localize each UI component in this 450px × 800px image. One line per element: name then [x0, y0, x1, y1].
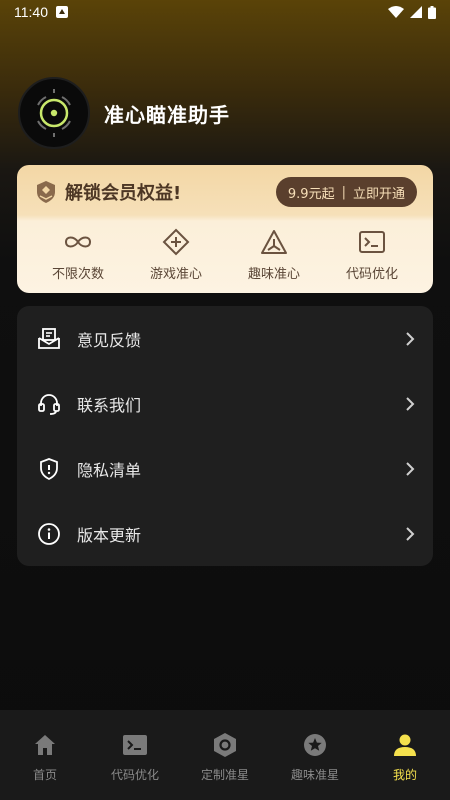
nav-label: 定制准星 — [200, 768, 249, 782]
status-time: 11:40 — [14, 4, 48, 20]
triangle-crosshair-icon — [261, 230, 287, 254]
vip-card[interactable]: 解锁会员权益! 9.9元起 | 立即开通 不限次数 游戏准心 趣味准心 代码优化 — [17, 165, 433, 293]
settings-menu: 意见反馈 联系我们 隐私清单 版本更新 — [17, 306, 433, 566]
perk-unlimited: 不限次数 — [29, 225, 127, 282]
crosshair-logo-icon — [37, 89, 71, 137]
terminal-icon — [359, 231, 385, 253]
menu-item-privacy[interactable]: 隐私清单 — [17, 436, 433, 501]
chevron-right-icon — [406, 461, 415, 476]
perk-game-crosshair: 游戏准心 — [127, 225, 225, 282]
perk-code-optimize: 代码优化 — [323, 225, 421, 282]
avatar[interactable] — [18, 77, 90, 149]
menu-item-update[interactable]: 版本更新 — [17, 501, 433, 566]
tab-custom-crosshair[interactable]: 定制准星 — [180, 710, 270, 800]
chevron-right-icon — [406, 331, 415, 346]
tab-code-optimize[interactable]: 代码优化 — [90, 710, 180, 800]
nav-label: 首页 — [32, 768, 57, 782]
vip-perks: 不限次数 游戏准心 趣味准心 代码优化 — [17, 219, 433, 282]
tab-home[interactable]: 首页 — [0, 710, 90, 800]
feedback-mail-icon — [38, 327, 60, 349]
perk-fun-crosshair: 趣味准心 — [225, 225, 323, 282]
app-name: 准心瞄准助手 — [104, 102, 230, 127]
nav-label: 趣味准星 — [290, 768, 339, 782]
menu-label: 意见反馈 — [77, 330, 142, 350]
tab-fun-crosshair[interactable]: 趣味准星 — [270, 710, 360, 800]
menu-label: 隐私清单 — [77, 460, 142, 480]
chevron-right-icon — [406, 396, 415, 411]
nav-label: 我的 — [392, 768, 417, 782]
vip-action: 立即开通 — [352, 186, 405, 202]
home-icon — [35, 735, 55, 755]
star-badge-icon — [304, 734, 326, 756]
vip-badge-icon — [37, 181, 55, 203]
shield-icon — [40, 457, 58, 480]
menu-item-feedback[interactable]: 意见反馈 — [17, 306, 433, 371]
status-icons — [388, 5, 436, 19]
menu-label: 联系我们 — [77, 395, 142, 415]
infinity-icon — [64, 236, 92, 248]
wifi-icon — [388, 6, 404, 18]
info-icon — [38, 522, 60, 545]
diamond-crosshair-icon — [162, 228, 190, 256]
perk-label: 趣味准心 — [247, 267, 300, 282]
vip-price: 9.9元起 — [287, 186, 335, 202]
perk-label: 游戏准心 — [149, 267, 202, 282]
vip-title: 解锁会员权益! — [65, 183, 182, 204]
chevron-right-icon — [406, 526, 415, 541]
terminal-icon — [123, 735, 147, 755]
hexagon-icon — [214, 733, 236, 757]
notification-icon — [56, 6, 68, 18]
vip-subscribe-button[interactable]: 9.9元起 | 立即开通 — [275, 177, 417, 207]
tab-mine[interactable]: 我的 — [360, 710, 450, 800]
nav-label: 代码优化 — [110, 768, 159, 782]
signal-icon — [410, 6, 422, 18]
bottom-nav: 首页 代码优化 定制准星 趣味准星 我的 — [0, 710, 450, 800]
menu-item-contact[interactable]: 联系我们 — [17, 371, 433, 436]
vip-header: 解锁会员权益! 9.9元起 | 立即开通 — [17, 165, 433, 219]
battery-icon — [428, 5, 436, 19]
perk-label: 代码优化 — [345, 267, 398, 282]
profile-header: 准心瞄准助手 — [18, 77, 230, 149]
status-bar: 11:40 — [0, 0, 450, 24]
perk-label: 不限次数 — [51, 267, 104, 282]
person-icon — [394, 734, 416, 756]
menu-label: 版本更新 — [77, 525, 142, 545]
vip-separator: | — [341, 184, 346, 200]
headset-icon — [38, 393, 60, 415]
